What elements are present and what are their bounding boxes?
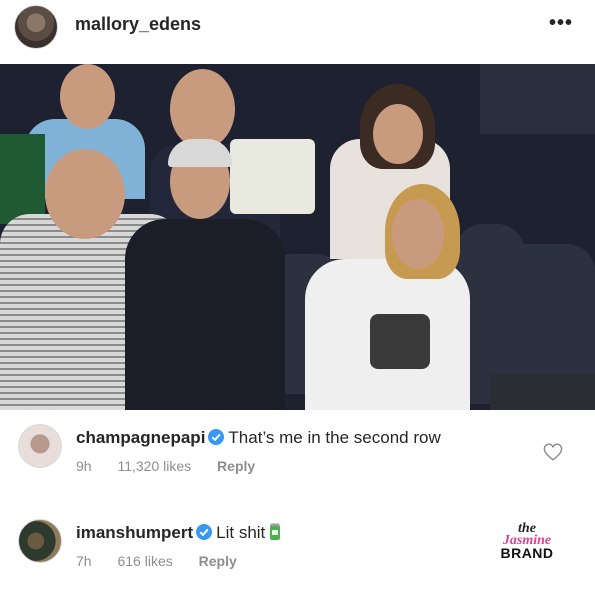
arena-seat <box>500 244 595 394</box>
reply-button[interactable]: Reply <box>217 458 255 474</box>
comment-body: Lit shit <box>216 523 266 542</box>
poster-username[interactable]: mallory_edens <box>75 14 201 35</box>
poster-avatar[interactable] <box>14 5 58 49</box>
post-photo[interactable] <box>0 64 595 410</box>
comment-meta: 7h 616 likes Reply <box>76 553 259 569</box>
baseball-cap <box>168 139 232 167</box>
post-header: mallory_edens ••• <box>0 0 595 50</box>
person-black-hoodie <box>125 219 285 410</box>
comment-time: 7h <box>76 553 92 569</box>
jacket-on-seat <box>490 374 595 410</box>
commenter-username[interactable]: champagnepapi <box>76 428 205 447</box>
person-face <box>373 104 423 164</box>
verified-badge-icon <box>208 429 225 445</box>
comment-time: 9h <box>76 458 92 474</box>
person-head <box>60 64 115 129</box>
commenter-avatar[interactable] <box>18 519 62 563</box>
comment-likes[interactable]: 616 likes <box>117 553 172 569</box>
person-head <box>45 149 125 239</box>
commenter-avatar[interactable] <box>18 424 62 468</box>
comment-body: That’s me in the second row <box>228 428 441 447</box>
heart-icon[interactable] <box>543 443 563 461</box>
verified-badge-icon <box>196 524 213 540</box>
more-dots-icon[interactable]: ••• <box>549 12 573 35</box>
arena-background <box>480 64 595 134</box>
tshirt-graphic <box>370 314 430 369</box>
comment-item: champagnepapi That’s me in the second row… <box>0 420 595 490</box>
comment-text-line: imanshumpert Lit shit <box>76 523 281 543</box>
comment-text-line: champagnepapi That’s me in the second row <box>76 428 441 448</box>
jersey-flag <box>230 139 315 214</box>
comment-meta: 9h 11,320 likes Reply <box>76 458 277 474</box>
person-face <box>392 199 444 269</box>
comment-likes[interactable]: 11,320 likes <box>117 458 191 474</box>
commenter-username[interactable]: imanshumpert <box>76 523 193 542</box>
lit-can-icon <box>270 523 281 540</box>
watermark-line: BRAND <box>500 545 554 561</box>
reply-button[interactable]: Reply <box>199 553 237 569</box>
person-head <box>170 69 235 149</box>
jasmine-brand-watermark: the Jasmine BRAND <box>487 522 567 563</box>
person-green-jersey <box>0 134 45 224</box>
